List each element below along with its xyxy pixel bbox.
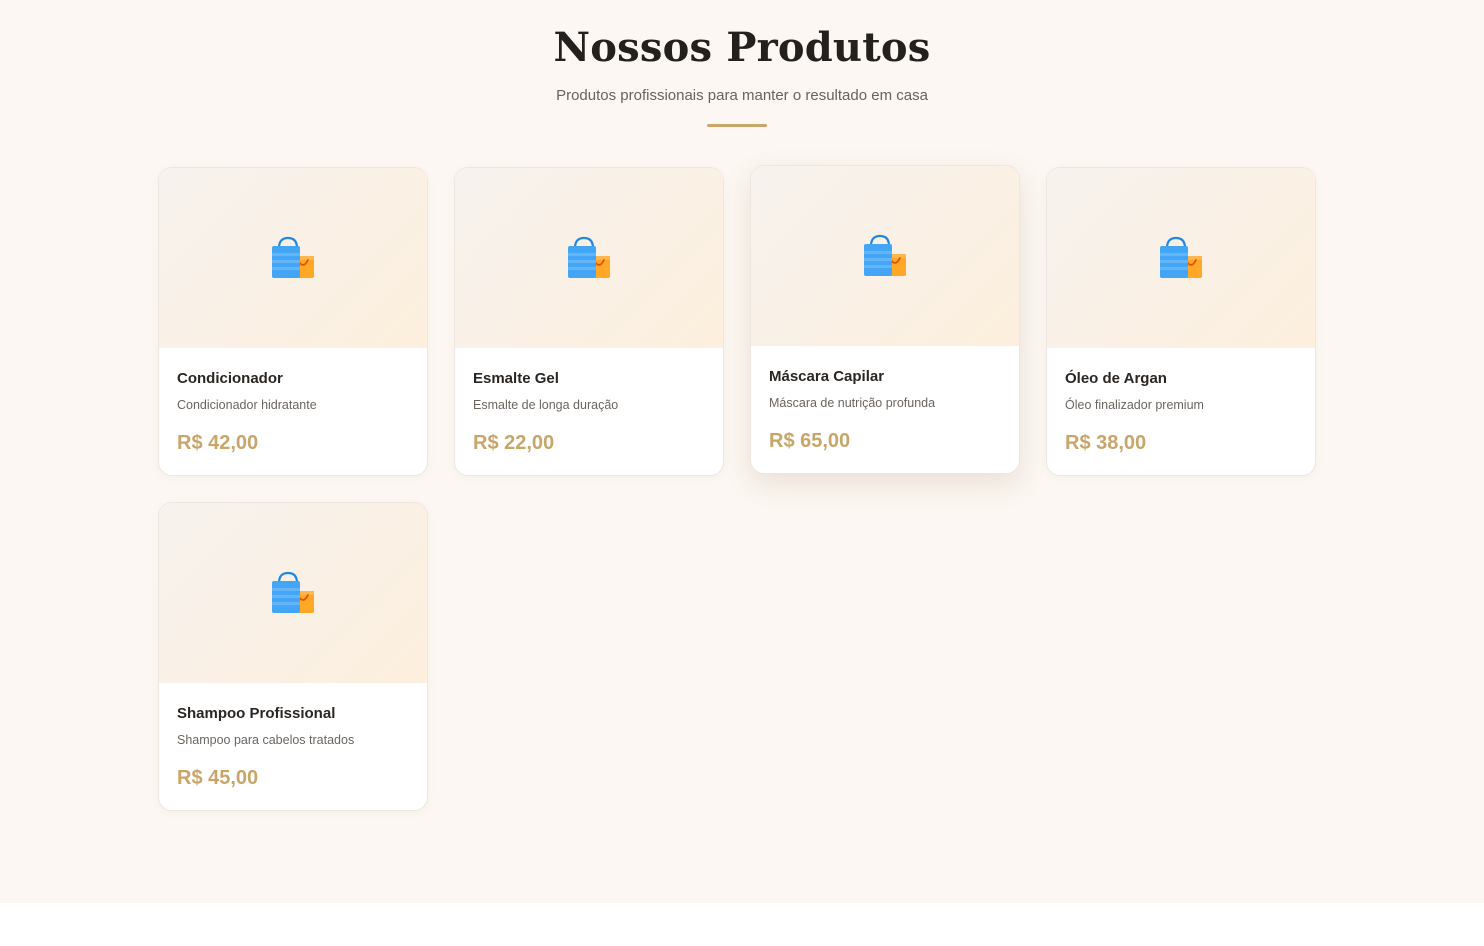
product-description: Condicionador hidratante: [177, 398, 317, 412]
product-name: Condicionador: [177, 370, 283, 387]
section-title: Nossos Produtos: [553, 24, 931, 71]
product-description: Esmalte de longa duração: [473, 398, 619, 412]
shopping-bags-icon: [270, 571, 318, 619]
product-card-condicionador[interactable]: Condicionador Condicionador hidratante R…: [158, 167, 428, 476]
shopping-bags-icon: [1158, 236, 1206, 284]
product-card-mascara-capilar[interactable]: Máscara Capilar Máscara de nutrição prof…: [750, 165, 1020, 474]
product-image: [751, 166, 1019, 346]
product-image: [455, 168, 723, 348]
products-section: Nossos Produtos Produtos profissionais p…: [0, 0, 1484, 903]
product-description: Shampoo para cabelos tratados: [177, 733, 355, 747]
section-subtitle: Produtos profissionais para manter o res…: [556, 87, 928, 104]
product-image: [1047, 168, 1315, 348]
product-price: R$ 45,00: [177, 767, 259, 789]
product-card-shampoo-profissional[interactable]: Shampoo Profissional Shampoo para cabelo…: [158, 502, 428, 811]
shopping-bags-icon: [566, 236, 614, 284]
shopping-bags-icon: [270, 236, 318, 284]
title-divider: [707, 124, 767, 127]
product-image: [159, 168, 427, 348]
product-description: Máscara de nutrição profunda: [769, 396, 936, 410]
product-name: Shampoo Profissional: [177, 705, 336, 722]
product-price: R$ 65,00: [769, 430, 851, 452]
product-name: Óleo de Argan: [1065, 370, 1167, 387]
product-card-oleo-de-argan[interactable]: Óleo de Argan Óleo finalizador premium R…: [1046, 167, 1316, 476]
product-description: Óleo finalizador premium: [1065, 398, 1204, 412]
product-price: R$ 42,00: [177, 432, 259, 454]
shopping-bags-icon: [862, 234, 910, 282]
product-price: R$ 22,00: [473, 432, 555, 454]
product-card-esmalte-gel[interactable]: Esmalte Gel Esmalte de longa duração R$ …: [454, 167, 724, 476]
product-name: Máscara Capilar: [769, 368, 885, 385]
product-price: R$ 38,00: [1065, 432, 1147, 454]
product-name: Esmalte Gel: [473, 370, 559, 387]
product-image: [159, 503, 427, 683]
